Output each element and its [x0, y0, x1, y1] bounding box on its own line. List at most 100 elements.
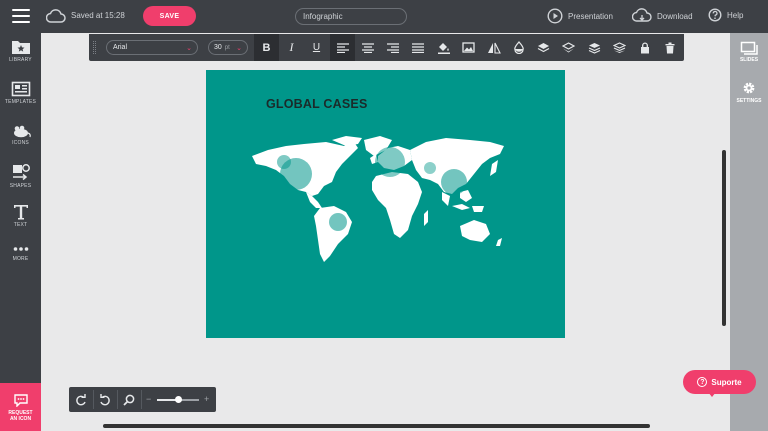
cloud-save-icon	[45, 8, 66, 29]
align-center-icon	[361, 42, 374, 53]
vertical-scrollbar[interactable]	[722, 150, 726, 326]
support-label: Suporte	[711, 377, 742, 387]
chevron-down-icon: ⌄	[236, 45, 242, 52]
sidebar-label-templates: TEMPLATES	[4, 99, 37, 105]
text-icon	[13, 205, 28, 220]
horizontal-scrollbar[interactable]	[103, 424, 650, 428]
library-icon	[11, 41, 30, 54]
flip-icon	[487, 42, 501, 54]
settings-label: SETTINGS	[736, 98, 762, 104]
request-icon-button[interactable]: REQUEST AN ICON	[0, 383, 41, 431]
font-size-value: 30	[214, 44, 222, 51]
saved-status: Saved at 15:28	[71, 11, 125, 20]
layers-bottom-icon	[613, 41, 626, 53]
presentation-button[interactable]: Presentation	[547, 8, 613, 24]
undo-icon	[100, 393, 110, 405]
case-bubble[interactable]	[424, 162, 436, 174]
align-right-button[interactable]	[380, 34, 405, 61]
slide-title[interactable]: GLOBAL CASES	[266, 97, 368, 111]
presentation-label: Presentation	[568, 11, 613, 21]
slides-label: SLIDES	[739, 57, 759, 63]
slides-button[interactable]: SLIDES	[730, 41, 768, 63]
cloud-download-icon	[632, 8, 652, 22]
redo-icon	[76, 393, 86, 405]
send-back-button[interactable]	[556, 34, 581, 61]
font-size-select[interactable]: 30 pt ⌄	[208, 40, 248, 55]
sidebar-item-shapes[interactable]: SHAPES	[0, 163, 41, 189]
gear-icon	[743, 82, 755, 94]
case-bubble[interactable]	[277, 155, 291, 169]
world-map[interactable]	[246, 134, 516, 264]
zoom-slider[interactable]	[157, 396, 199, 403]
mouse-icon	[13, 125, 31, 138]
fill-color-button[interactable]	[431, 34, 456, 61]
redo-button[interactable]	[70, 387, 92, 412]
underline-button[interactable]: U	[304, 34, 329, 61]
sidebar-item-text[interactable]: TEXT	[0, 203, 41, 228]
zoom-slider-knob[interactable]	[174, 396, 182, 403]
slide-canvas[interactable]: GLOBAL CASES	[206, 70, 565, 338]
layer-down-icon	[562, 42, 575, 53]
menu-icon[interactable]	[12, 9, 30, 23]
zoom-out-button[interactable]: −	[146, 394, 151, 404]
format-toolbar: Arial ⌄ 30 pt ⌄ B I U	[89, 34, 684, 61]
sidebar-label-text: TEXT	[13, 222, 28, 228]
layer-up-icon	[537, 43, 550, 53]
layers-top-icon	[588, 42, 601, 54]
case-bubble[interactable]	[375, 147, 405, 177]
sidebar-label-more: MORE	[12, 256, 29, 262]
align-center-button[interactable]	[355, 34, 380, 61]
delete-button[interactable]	[657, 34, 682, 61]
drag-handle[interactable]	[93, 41, 96, 54]
zoom-in-button[interactable]: +	[204, 394, 209, 404]
chevron-down-icon: ⌄	[186, 45, 192, 52]
align-left-button[interactable]	[330, 34, 355, 61]
align-right-icon	[386, 42, 399, 53]
play-icon	[547, 8, 563, 24]
download-label: Download	[657, 11, 693, 21]
lock-button[interactable]	[632, 34, 657, 61]
flip-button[interactable]	[481, 34, 506, 61]
image-button[interactable]	[456, 34, 481, 61]
bring-front-button[interactable]	[531, 34, 556, 61]
templates-icon	[11, 81, 30, 97]
sidebar-item-templates[interactable]: TEMPLATES	[0, 81, 41, 105]
download-button[interactable]: Download	[632, 8, 693, 24]
trash-icon	[665, 42, 674, 53]
send-to-back-button[interactable]	[607, 34, 632, 61]
sidebar-item-library[interactable]: LIBRARY	[0, 39, 41, 63]
support-tail	[708, 392, 716, 397]
zoom-search-button[interactable]	[118, 387, 140, 412]
search-icon	[123, 394, 135, 406]
bring-to-front-button[interactable]	[582, 34, 607, 61]
undo-button[interactable]	[94, 387, 116, 412]
paint-bucket-icon	[437, 43, 450, 54]
justify-button[interactable]	[405, 34, 430, 61]
zoom-control: − +	[69, 387, 216, 412]
help-label: Help	[727, 10, 744, 20]
case-bubble[interactable]	[329, 213, 347, 231]
case-bubble[interactable]	[441, 169, 467, 195]
sidebar-label-library: LIBRARY	[9, 57, 32, 63]
more-icon	[13, 247, 28, 251]
lock-icon	[640, 41, 649, 53]
title-input[interactable]	[295, 8, 407, 25]
help-button[interactable]: Help	[708, 8, 743, 22]
chat-icon	[13, 393, 28, 407]
sidebar-item-more[interactable]: MORE	[0, 244, 41, 262]
opacity-icon	[513, 41, 524, 54]
bold-button[interactable]: B	[254, 34, 279, 61]
settings-button[interactable]: SETTINGS	[730, 80, 768, 104]
italic-button[interactable]: I	[279, 34, 304, 61]
help-icon	[708, 8, 722, 22]
slides-icon	[740, 41, 758, 55]
sidebar-item-icons[interactable]: ICONS	[0, 125, 41, 146]
save-button[interactable]: SAVE	[143, 6, 196, 26]
opacity-button[interactable]	[506, 34, 531, 61]
sidebar-label-icons: ICONS	[12, 140, 29, 146]
font-family-value: Arial	[113, 44, 128, 51]
font-size-unit: pt	[224, 44, 230, 51]
support-button[interactable]: ? Suporte	[683, 370, 756, 394]
shapes-icon	[12, 164, 30, 181]
font-family-select[interactable]: Arial ⌄	[106, 40, 198, 55]
